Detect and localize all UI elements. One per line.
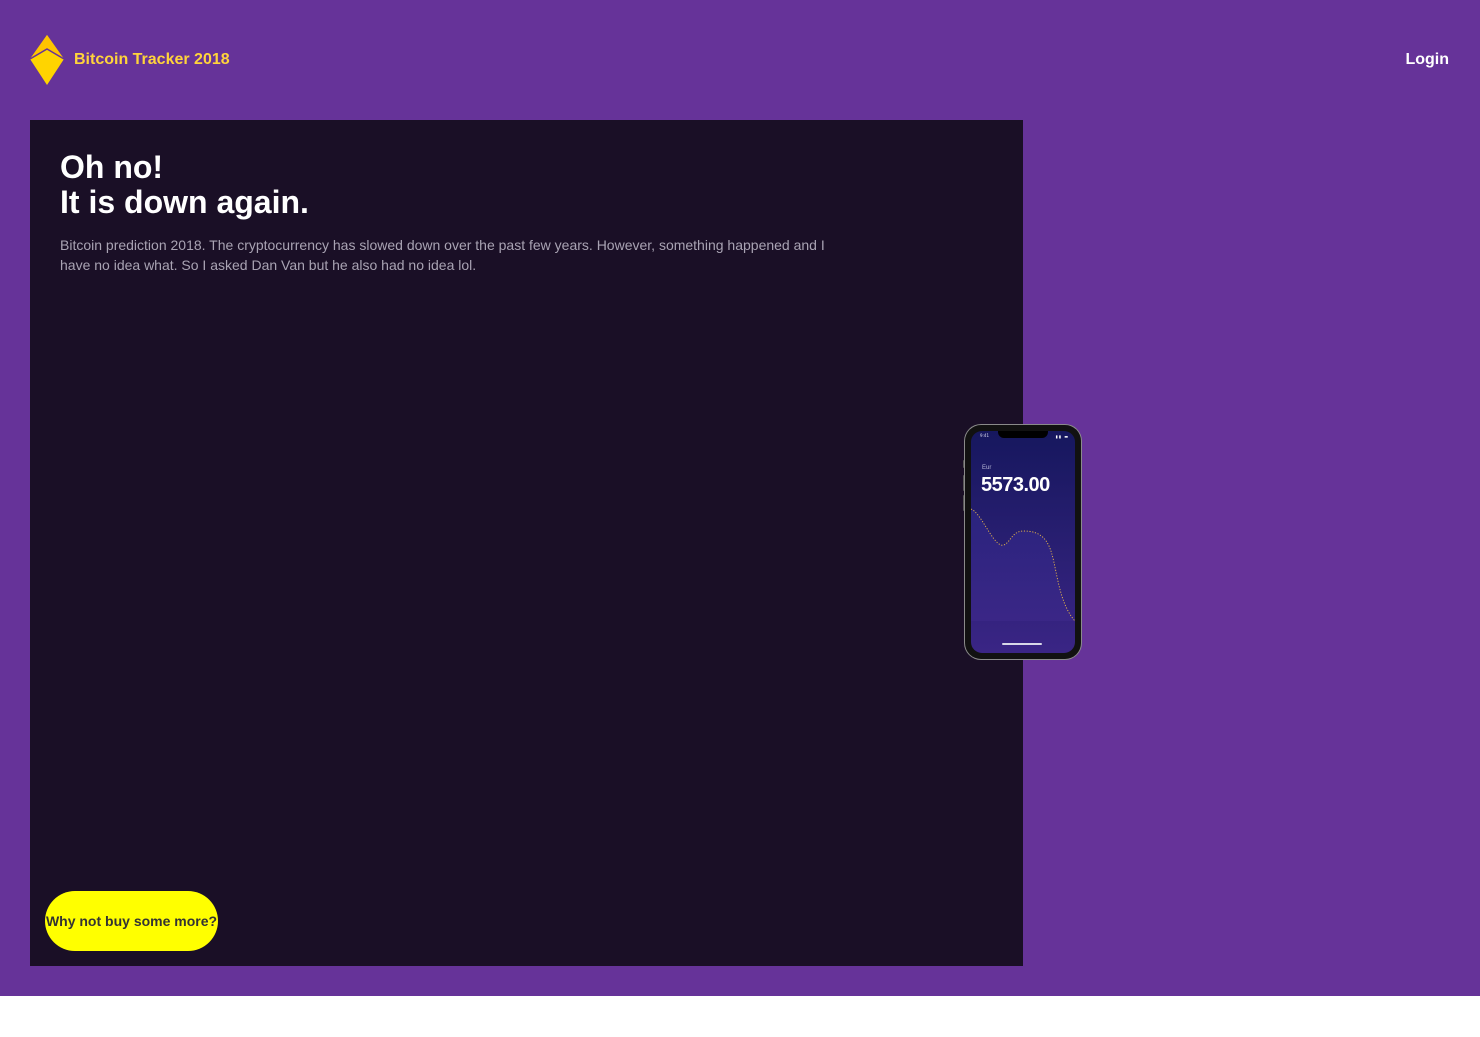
headline-line-2: It is down again. <box>60 184 309 220</box>
phone-screen: 9:41 ▮▮ ▬ Eur 5573.00 <box>971 431 1075 653</box>
hero-headline: Oh no! It is down again. <box>60 150 309 220</box>
diamond-logo-icon[interactable] <box>30 35 64 85</box>
chart-area <box>971 509 1075 621</box>
phone-mockup: 9:41 ▮▮ ▬ Eur 5573.00 <box>962 425 1083 661</box>
price-trend-chart <box>971 508 1075 621</box>
hero-description: Bitcoin prediction 2018. The cryptocurre… <box>60 237 825 273</box>
login-link[interactable]: Login <box>1405 51 1449 69</box>
price-value: 5573.00 <box>981 474 1050 496</box>
brand-link[interactable]: Bitcoin Tracker 2018 <box>74 51 230 69</box>
phone-notch <box>998 431 1048 438</box>
hero-panel: Oh no! It is down again. Bitcoin predict… <box>30 120 1023 966</box>
buy-more-button[interactable]: Why not buy some more? <box>45 891 218 951</box>
phone-frame: 9:41 ▮▮ ▬ Eur 5573.00 <box>965 425 1081 659</box>
headline-line-1: Oh no! <box>60 149 164 185</box>
page-background: Bitcoin Tracker 2018 Login Oh no! It is … <box>0 0 1480 996</box>
signal-battery-icon: ▮▮ ▬ <box>1055 434 1069 439</box>
status-time: 9:41 <box>980 433 989 438</box>
currency-label: Eur <box>982 465 992 471</box>
home-indicator <box>1002 643 1042 645</box>
